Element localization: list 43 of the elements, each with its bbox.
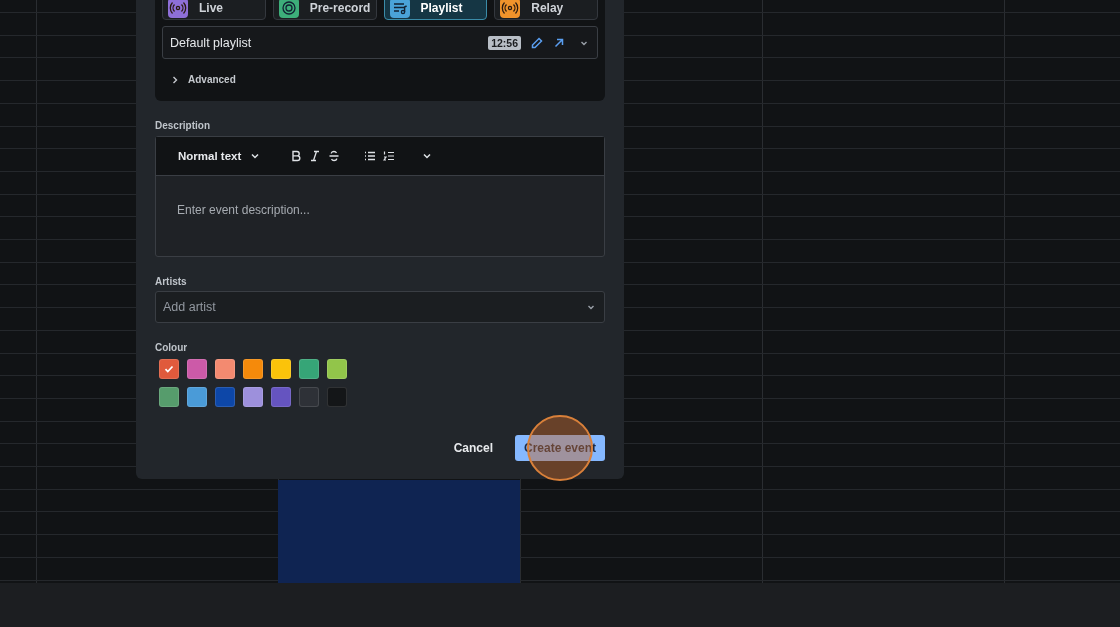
colour-swatch[interactable] <box>299 359 319 379</box>
playlist-icon <box>389 0 410 18</box>
source-tab[interactable]: Live <box>162 0 266 20</box>
broadcast-icon <box>168 0 188 18</box>
duration-badge: 12:56 <box>488 35 521 50</box>
source-tab[interactable]: Pre-record <box>272 0 377 20</box>
source-tab[interactable]: Playlist <box>383 0 488 20</box>
colour-swatch[interactable] <box>159 359 179 379</box>
colour-swatch[interactable] <box>271 387 291 407</box>
colour-swatch[interactable] <box>243 387 263 407</box>
description-placeholder: Enter event description... <box>177 203 310 217</box>
bullet-list-icon[interactable] <box>364 150 377 162</box>
colour-swatch[interactable] <box>187 359 207 379</box>
cancel-button[interactable]: Cancel <box>447 440 499 456</box>
colour-swatch[interactable] <box>243 359 263 379</box>
colour-swatch[interactable] <box>215 359 235 379</box>
chevron-down-icon[interactable] <box>422 151 433 161</box>
colour-swatch[interactable] <box>299 387 319 407</box>
strikethrough-icon[interactable] <box>328 150 341 162</box>
colour-swatch[interactable] <box>215 387 235 407</box>
colour-swatch[interactable] <box>159 387 179 407</box>
field-label: Description <box>155 120 211 131</box>
checkmark-icon <box>163 363 175 375</box>
artist-select[interactable]: Add artist <box>155 291 605 323</box>
pencil-icon[interactable] <box>530 35 544 50</box>
colour-swatch[interactable] <box>327 359 347 379</box>
chevron-right-icon <box>170 74 180 85</box>
colour-swatch[interactable] <box>187 387 207 407</box>
external-link-icon[interactable] <box>553 36 565 49</box>
colour-swatch[interactable] <box>327 387 347 407</box>
text-style-dropdown[interactable]: Normal text <box>178 150 261 162</box>
colour-swatch[interactable] <box>271 359 291 379</box>
broadcast-icon <box>500 0 521 18</box>
field-label: Artists <box>155 276 188 287</box>
advanced-toggle[interactable]: Advanced <box>170 71 236 88</box>
playlist-select[interactable]: Default playlist 12:56 <box>162 26 598 59</box>
numbered-list-icon[interactable] <box>383 150 396 162</box>
source-tab[interactable]: Relay <box>494 0 598 20</box>
description-editor[interactable]: Normal text Enter event description... <box>155 136 605 257</box>
field-label: Colour <box>155 342 189 353</box>
chevron-down-icon <box>250 151 261 161</box>
bold-icon[interactable] <box>290 150 303 162</box>
italic-icon[interactable] <box>309 150 322 162</box>
